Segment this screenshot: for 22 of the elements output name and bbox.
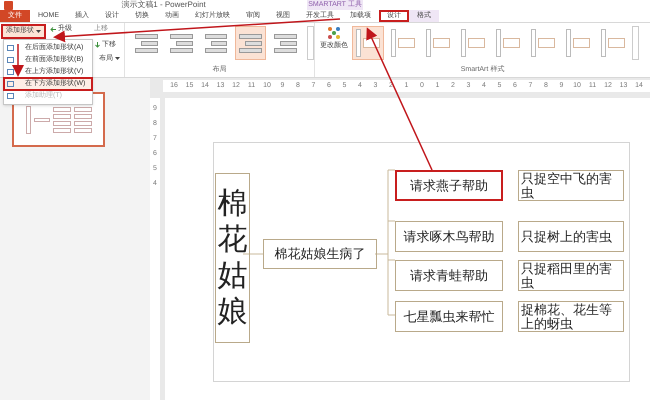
annotation-arrow xyxy=(12,44,24,77)
helper-node[interactable]: 请求燕子帮助 xyxy=(395,170,503,201)
color-dots-icon xyxy=(326,26,342,40)
task-node: 捉棉花、花生等上的蚜虫 xyxy=(518,301,624,332)
style-thumbnail[interactable] xyxy=(352,26,384,60)
gallery-scroll-icon[interactable] xyxy=(307,26,314,60)
helper-node[interactable]: 请求啄木鸟帮助 xyxy=(395,221,503,252)
caret-icon xyxy=(36,30,41,33)
task-node: 只捉空中飞的害虫 xyxy=(518,170,624,201)
window-title: 演示文稿1 - PowerPoint xyxy=(120,0,206,11)
down-arrow-icon xyxy=(95,42,100,48)
helper-node[interactable]: 七星瓢虫来帮忙 xyxy=(395,301,503,332)
center-node: 棉花姑娘生病了 xyxy=(263,239,377,269)
task-node: 只捉树上的害虫 xyxy=(518,221,624,252)
helper-node[interactable]: 请求青蛙帮助 xyxy=(395,260,503,291)
task-node: 只捉稻田里的害虫 xyxy=(518,260,624,291)
title-node: 棉花姑娘 xyxy=(215,173,250,343)
app-logo-icon xyxy=(4,1,13,10)
caret-icon xyxy=(115,57,120,60)
layout-thumbnail[interactable] xyxy=(235,26,266,60)
left-arrow-icon xyxy=(50,27,56,32)
gallery-scroll-icon[interactable] xyxy=(632,26,639,60)
